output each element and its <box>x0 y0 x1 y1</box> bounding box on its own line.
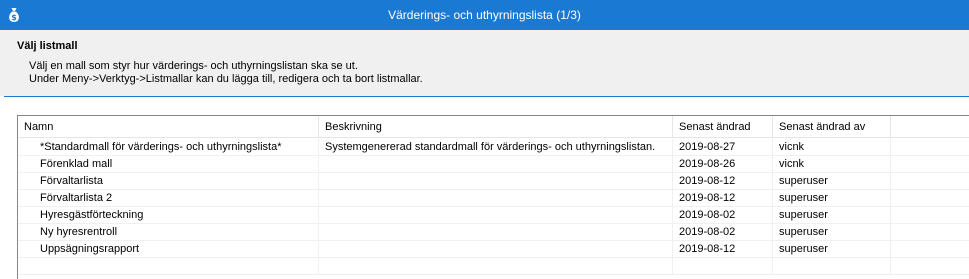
cell-modified: 2019-08-12 <box>673 241 773 258</box>
cell-modified: 2019-08-12 <box>673 190 773 207</box>
wizard-header: Välj listmall Välj en mall som styr hur … <box>0 30 969 96</box>
cell-modified-by: superuser <box>773 207 891 224</box>
page-description-2: Under Meny->Verktyg->Listmallar kan du l… <box>29 73 423 85</box>
cell-modified-by: vicnk <box>773 156 891 173</box>
cell-description: Systemgenererad standardmall för värderi… <box>319 139 673 156</box>
cell-modified: 2019-08-26 <box>673 156 773 173</box>
cell-modified: 2019-08-12 <box>673 173 773 190</box>
table-row[interactable]: Ny hyresrentroll 2019-08-02 superuser <box>18 224 969 241</box>
cell-name: Hyresgästförteckning <box>18 207 319 224</box>
table-row[interactable]: Förvaltarlista 2019-08-12 superuser <box>18 173 969 190</box>
cell-modified: 2019-08-27 <box>673 139 773 156</box>
cell-modified-by: superuser <box>773 190 891 207</box>
cell-modified-by: vicnk <box>773 139 891 156</box>
column-header-senast-andrad[interactable]: Senast ändrad <box>673 116 773 138</box>
page-description: Välj en mall som styr hur värderings- oc… <box>29 60 358 72</box>
window-title: Värderings- och uthyrningslista (1/3) <box>388 8 581 22</box>
cell-description <box>319 190 673 207</box>
cell-filler <box>891 207 969 224</box>
empty-cell <box>673 258 773 275</box>
cell-name: Förenklad mall <box>18 156 319 173</box>
cell-modified: 2019-08-02 <box>673 207 773 224</box>
cell-name: Uppsägningsrapport <box>18 241 319 258</box>
title-bar[interactable]: $ Värderings- och uthyrningslista (1/3) <box>0 0 969 30</box>
empty-cell <box>773 258 891 275</box>
cell-name: Förvaltarlista 2 <box>18 190 319 207</box>
cell-filler <box>891 156 969 173</box>
cell-filler <box>891 173 969 190</box>
cell-modified-by: superuser <box>773 224 891 241</box>
cell-description <box>319 156 673 173</box>
cell-filler <box>891 241 969 258</box>
template-list[interactable]: Namn Beskrivning Senast ändrad Senast än… <box>17 115 969 279</box>
cell-modified: 2019-08-02 <box>673 224 773 241</box>
cell-filler <box>891 139 969 156</box>
table-row[interactable]: Uppsägningsrapport 2019-08-12 superuser <box>18 241 969 258</box>
cell-name: Ny hyresrentroll <box>18 224 319 241</box>
table-row[interactable]: Hyresgästförteckning 2019-08-02 superuse… <box>18 207 969 224</box>
cell-description <box>319 224 673 241</box>
table-row[interactable]: Förenklad mall 2019-08-26 vicnk <box>18 156 969 173</box>
table-row[interactable]: *Standardmall för värderings- och uthyrn… <box>18 139 969 156</box>
cell-name: Förvaltarlista <box>18 173 319 190</box>
cell-filler <box>891 224 969 241</box>
column-header-beskrivning[interactable]: Beskrivning <box>319 116 673 138</box>
empty-cell <box>18 258 319 275</box>
column-header-namn[interactable]: Namn <box>18 116 319 138</box>
cell-description <box>319 241 673 258</box>
empty-row <box>18 258 969 275</box>
cell-modified-by: superuser <box>773 241 891 258</box>
cell-name: *Standardmall för värderings- och uthyrn… <box>18 139 319 156</box>
column-header-filler <box>891 116 969 138</box>
column-header-senast-andrad-av[interactable]: Senast ändrad av <box>773 116 891 138</box>
table-row[interactable]: Förvaltarlista 2 2019-08-12 superuser <box>18 190 969 207</box>
empty-cell <box>319 258 673 275</box>
cell-description <box>319 173 673 190</box>
header-separator <box>4 96 969 97</box>
page-title: Välj listmall <box>17 40 78 52</box>
empty-cell <box>891 258 969 275</box>
cell-description <box>319 207 673 224</box>
cell-modified-by: superuser <box>773 173 891 190</box>
cell-filler <box>891 190 969 207</box>
